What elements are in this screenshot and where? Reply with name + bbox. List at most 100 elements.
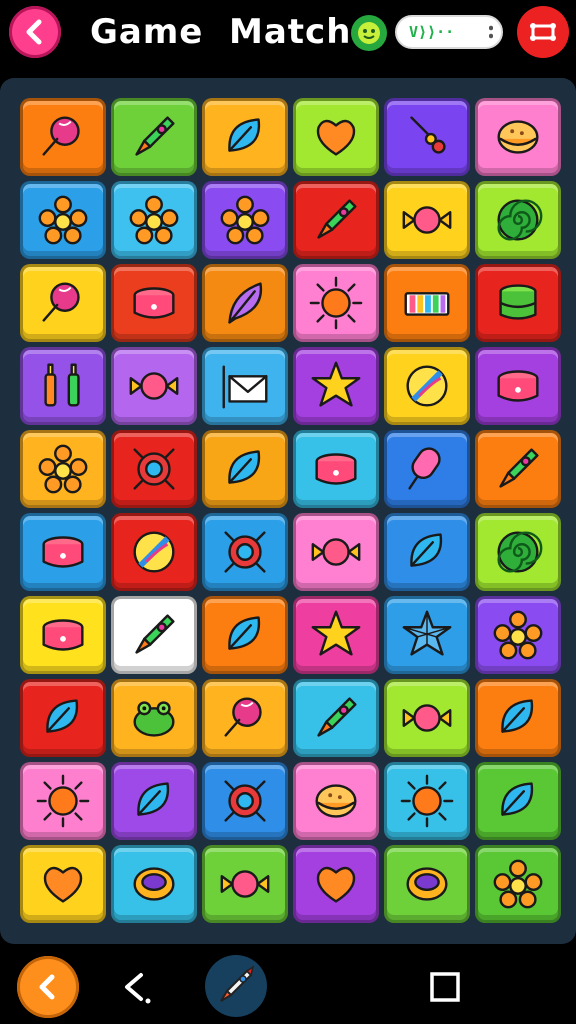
board-tile[interactable] (20, 347, 106, 425)
board-tile[interactable] (293, 430, 379, 508)
dots-icon (489, 24, 493, 40)
board-tile[interactable] (202, 181, 288, 259)
nav-recents-button[interactable] (420, 962, 470, 1012)
board-tile[interactable] (20, 513, 106, 591)
board-tile[interactable] (293, 347, 379, 425)
crystal-icon (402, 610, 452, 656)
board-tile[interactable] (475, 264, 561, 342)
board-tile[interactable] (475, 513, 561, 591)
bottom-nav (0, 946, 576, 1024)
board-tile[interactable] (293, 181, 379, 259)
candy-icon (220, 870, 270, 898)
lollipop-icon (224, 697, 262, 737)
board-tile[interactable] (202, 596, 288, 674)
ball-icon (406, 365, 448, 407)
board-tile[interactable] (202, 347, 288, 425)
rocket-icon (135, 116, 175, 156)
board-tile[interactable] (293, 98, 379, 176)
board-tile[interactable] (475, 347, 561, 425)
flower-icon (220, 195, 270, 245)
board-tile[interactable] (293, 762, 379, 840)
envelope-icon (222, 365, 268, 409)
board-tile[interactable] (20, 98, 106, 176)
board-tile[interactable] (111, 845, 197, 923)
board-tile[interactable] (384, 264, 470, 342)
leaf-icon (228, 616, 261, 650)
status-face[interactable] (351, 15, 387, 51)
menu-button[interactable] (517, 6, 569, 58)
board-tile[interactable] (384, 98, 470, 176)
board-tile[interactable] (475, 679, 561, 757)
board-tile[interactable] (111, 264, 197, 342)
leaf-icon (46, 699, 79, 733)
board-tile[interactable] (475, 845, 561, 923)
board-tile[interactable] (384, 347, 470, 425)
board-tile[interactable] (20, 181, 106, 259)
page-title: Game Match (90, 12, 352, 52)
sun-icon (36, 774, 90, 828)
board-tile[interactable] (111, 181, 197, 259)
board-tile[interactable] (202, 513, 288, 591)
board-tile[interactable] (475, 762, 561, 840)
board-tile[interactable] (111, 762, 197, 840)
board-tile[interactable] (384, 513, 470, 591)
board-tile[interactable] (20, 264, 106, 342)
board-tile[interactable] (384, 181, 470, 259)
flower-icon (493, 859, 543, 909)
board-tile[interactable] (475, 430, 561, 508)
board-tile[interactable] (384, 596, 470, 674)
star-icon (311, 610, 361, 656)
board-tile[interactable] (384, 762, 470, 840)
ring-icon (406, 867, 448, 901)
chevron-left-icon (125, 973, 151, 1004)
board-tile[interactable] (293, 845, 379, 923)
board-tile[interactable] (384, 845, 470, 923)
back-button[interactable] (9, 6, 61, 58)
board-tile[interactable] (475, 596, 561, 674)
gem-icon (133, 448, 175, 490)
board-tile[interactable] (20, 679, 106, 757)
board-tile[interactable] (111, 347, 197, 425)
flower-icon (38, 444, 88, 494)
flower-icon (493, 610, 543, 660)
board-tile[interactable] (293, 679, 379, 757)
board-tile[interactable] (202, 845, 288, 923)
board-tile[interactable] (111, 98, 197, 176)
board-tile[interactable] (475, 181, 561, 259)
board-tile[interactable] (384, 679, 470, 757)
board-tile[interactable] (202, 679, 288, 757)
spiral-icon (497, 199, 543, 241)
face-icon (358, 22, 380, 44)
status-text: V⟩⟩·· (409, 23, 455, 41)
gem-icon (224, 780, 266, 822)
rocket-icon (317, 697, 357, 737)
board-tile[interactable] (475, 98, 561, 176)
nav-back-button[interactable] (17, 956, 79, 1018)
spiral-icon (497, 531, 543, 573)
board-tile[interactable] (20, 430, 106, 508)
board-tile[interactable] (20, 845, 106, 923)
board-tile[interactable] (111, 679, 197, 757)
board-tile[interactable] (293, 513, 379, 591)
rocket-icon (220, 965, 255, 1002)
board-tile[interactable] (20, 762, 106, 840)
lollipop-icon (42, 116, 80, 156)
square-icon (430, 972, 460, 1002)
board-tile[interactable] (293, 264, 379, 342)
board-tile[interactable] (202, 98, 288, 176)
board-tile[interactable] (384, 430, 470, 508)
nav-previous-button[interactable] (112, 962, 162, 1012)
board-tile[interactable] (20, 596, 106, 674)
candy-icon (129, 372, 179, 400)
xylophone-icon (404, 292, 450, 316)
board-tile[interactable] (111, 596, 197, 674)
board-tile[interactable] (202, 762, 288, 840)
board-tile[interactable] (111, 513, 197, 591)
board-tile[interactable] (293, 596, 379, 674)
nav-game-button[interactable] (205, 955, 267, 1017)
status-pill: V⟩⟩·· (395, 15, 503, 49)
board-tile[interactable] (202, 264, 288, 342)
cookie-icon (315, 784, 357, 818)
board-tile[interactable] (202, 430, 288, 508)
board-tile[interactable] (111, 430, 197, 508)
